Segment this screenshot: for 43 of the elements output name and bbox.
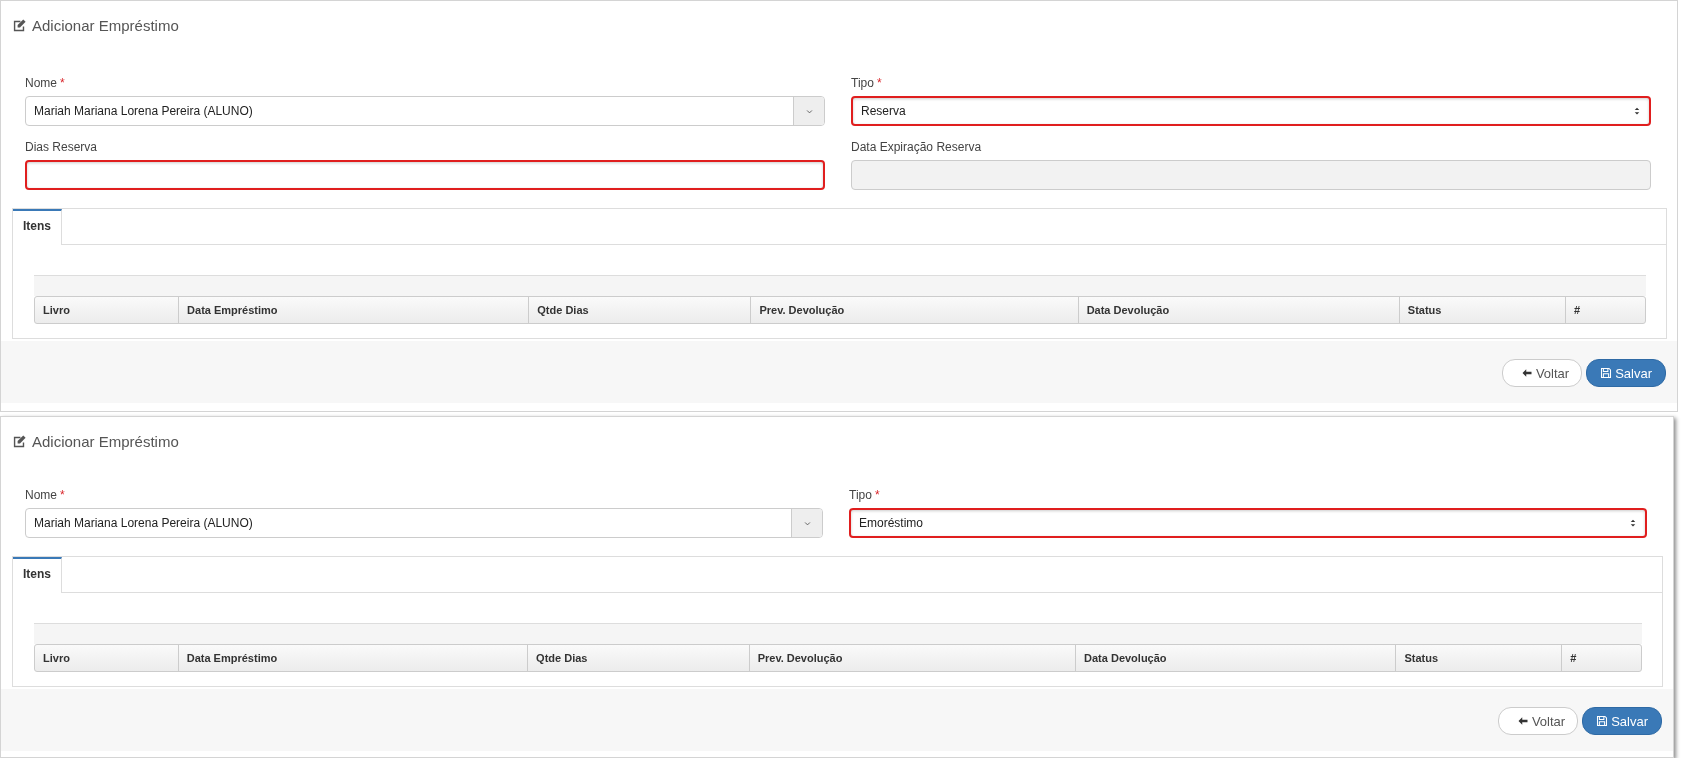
- required-asterisk: *: [60, 488, 65, 502]
- field-label: Tipo: [849, 488, 872, 502]
- edit-icon: [12, 17, 27, 33]
- column-header: Data Empréstimo: [178, 297, 529, 323]
- field-label: Data Expiração Reserva: [851, 140, 982, 154]
- type-select[interactable]: Reserva: [851, 96, 1651, 126]
- field-label: Nome: [25, 76, 57, 90]
- field-label: Nome: [25, 488, 57, 502]
- save-button[interactable]: Salvar: [1586, 359, 1666, 387]
- panel-title: Adicionar Empréstimo: [32, 432, 179, 450]
- column-header: Data Devolução: [1077, 297, 1399, 323]
- back-button[interactable]: Voltar: [1497, 707, 1579, 735]
- column-header: Prev. Devolução: [748, 645, 1076, 671]
- column-header: #: [1561, 645, 1641, 671]
- column-header: Qtde Dias: [527, 645, 749, 671]
- save-button[interactable]: Salvar: [1582, 707, 1662, 735]
- column-header: Prev. Devolução: [750, 297, 1078, 323]
- name-combobox[interactable]: Mariah Mariana Lorena Pereira (ALUNO): [25, 508, 823, 538]
- input-field[interactable]: [25, 160, 825, 190]
- column-header: Data Empréstimo: [177, 645, 528, 671]
- tab[interactable]: Itens: [13, 209, 62, 245]
- name-combobox[interactable]: Mariah Mariana Lorena Pereira (ALUNO): [25, 96, 825, 126]
- type-select[interactable]: Emoréstimo: [849, 508, 1647, 538]
- required-asterisk: *: [60, 76, 65, 90]
- column-header: #: [1564, 297, 1645, 323]
- column-header: Livro: [42, 303, 71, 318]
- column-header: Data Devolução: [1075, 645, 1396, 671]
- column-header: Status: [1395, 645, 1562, 671]
- required-asterisk: *: [876, 76, 882, 90]
- panel-title: Adicionar Empréstimo: [32, 16, 179, 34]
- required-asterisk: *: [874, 488, 880, 502]
- column-header: Qtde Dias: [528, 297, 751, 323]
- arrow-left-icon: [1516, 715, 1529, 727]
- field-label: Dias Reserva: [25, 140, 98, 154]
- field-label: Tipo: [851, 76, 874, 90]
- edit-icon: [12, 433, 27, 449]
- column-header: Status: [1398, 297, 1565, 323]
- dropdown-button[interactable]: [791, 509, 822, 537]
- arrow-left-icon: [1520, 367, 1533, 379]
- dropdown-button[interactable]: [793, 97, 824, 125]
- tab[interactable]: Itens: [13, 557, 62, 593]
- back-button[interactable]: Voltar: [1501, 359, 1583, 387]
- column-header: Livro: [42, 651, 71, 666]
